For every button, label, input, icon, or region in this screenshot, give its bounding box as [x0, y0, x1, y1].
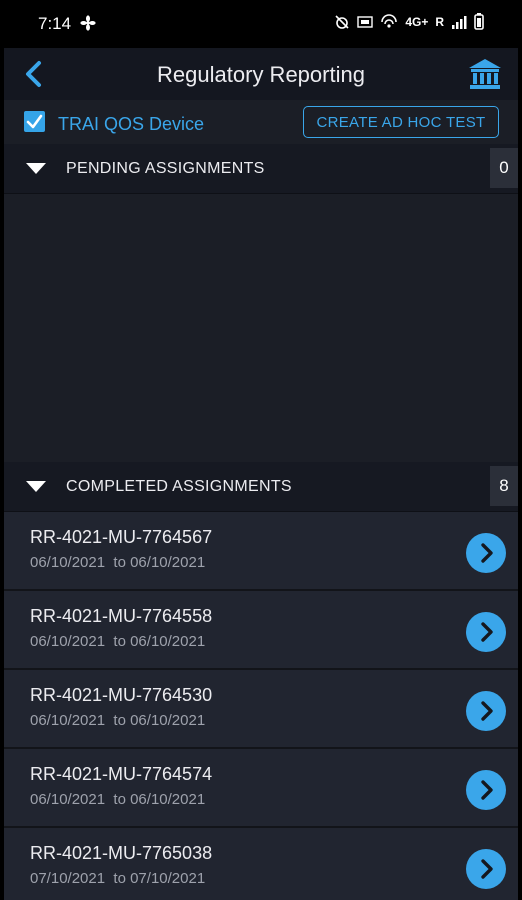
assignment-item[interactable]: RR-4021-MU-7764574 06/10/2021 to 06/10/2…	[4, 749, 518, 828]
chevron-right-circle-icon[interactable]	[466, 533, 506, 573]
pending-assignments-title: PENDING ASSIGNMENTS	[66, 160, 265, 177]
signal-icon	[451, 15, 467, 29]
create-ad-hoc-test-button[interactable]: CREATE AD HOC TEST	[303, 106, 499, 138]
assignment-date-to: 06/10/2021	[130, 791, 206, 808]
device-checkbox[interactable]	[24, 111, 45, 132]
roaming-indicator: R	[435, 14, 444, 29]
completed-assignments-header[interactable]: COMPLETED ASSIGNMENTS 8	[4, 462, 518, 512]
battery-icon	[474, 13, 484, 30]
assignment-id: RR-4021-MU-7764530	[30, 685, 213, 705]
chevron-right-circle-icon[interactable]	[466, 612, 506, 652]
status-bar: 7:14 4G+ R	[0, 0, 522, 48]
app-screen: Regulatory Reporting TRAI QOS Device CRE…	[4, 48, 518, 900]
assignment-date-from: 06/10/2021	[30, 554, 106, 571]
status-icons: 4G+ R	[334, 13, 484, 30]
assignment-date-from: 06/10/2021	[30, 633, 106, 650]
checkmark-icon	[24, 114, 45, 136]
chevron-right-circle-icon[interactable]	[466, 691, 506, 731]
bank-button[interactable]	[468, 57, 502, 91]
assignment-dates: 07/10/2021 to 07/10/2021	[30, 870, 206, 887]
pending-assignments-list	[4, 196, 518, 462]
assignment-date-to: 06/10/2021	[130, 633, 206, 650]
bank-icon	[468, 59, 502, 95]
assignment-item[interactable]: RR-4021-MU-7764567 06/10/2021 to 06/10/2…	[4, 512, 518, 591]
assignment-date-to: 06/10/2021	[130, 554, 206, 571]
hotspot-icon	[380, 13, 398, 30]
assignment-id: RR-4021-MU-7764567	[30, 527, 213, 547]
assignment-item[interactable]: RR-4021-MU-7765038 07/10/2021 to 07/10/2…	[4, 828, 518, 900]
device-row: TRAI QOS Device CREATE AD HOC TEST	[4, 100, 518, 144]
assignment-id: RR-4021-MU-7765038	[30, 843, 213, 863]
assignment-dates: 06/10/2021 to 06/10/2021	[30, 791, 206, 808]
assignment-dates: 06/10/2021 to 06/10/2021	[30, 633, 206, 650]
assignment-id: RR-4021-MU-7764574	[30, 764, 213, 784]
device-label: TRAI QOS Device	[58, 114, 205, 134]
alarm-off-icon	[334, 14, 350, 30]
volte-icon	[357, 14, 374, 30]
chevron-right-circle-icon[interactable]	[466, 770, 506, 810]
assignment-date-from: 07/10/2021	[30, 870, 106, 887]
triangle-down-icon	[26, 163, 46, 174]
assignment-item[interactable]: RR-4021-MU-7764558 06/10/2021 to 06/10/2…	[4, 591, 518, 670]
assignment-item[interactable]: RR-4021-MU-7764530 06/10/2021 to 06/10/2…	[4, 670, 518, 749]
assignment-id: RR-4021-MU-7764558	[30, 606, 213, 626]
completed-count-badge: 8	[490, 466, 518, 506]
assignment-date-from: 06/10/2021	[30, 712, 106, 729]
assignment-date-from: 06/10/2021	[30, 791, 106, 808]
triangle-down-icon	[26, 481, 46, 492]
header-bar: Regulatory Reporting	[4, 48, 518, 100]
assignment-dates: 06/10/2021 to 06/10/2021	[30, 554, 206, 571]
assignment-date-to: 06/10/2021	[130, 712, 206, 729]
assignment-dates: 06/10/2021 to 06/10/2021	[30, 712, 206, 729]
chevron-right-circle-icon[interactable]	[466, 849, 506, 889]
completed-assignments-title: COMPLETED ASSIGNMENTS	[66, 478, 292, 495]
pending-assignments-header[interactable]: PENDING ASSIGNMENTS 0	[4, 144, 518, 194]
assignment-date-to: 07/10/2021	[130, 870, 206, 887]
completed-assignments-list: RR-4021-MU-7764567 06/10/2021 to 06/10/2…	[4, 512, 518, 900]
pending-count-badge: 0	[490, 148, 518, 188]
network-type: 4G+	[405, 14, 429, 29]
page-title: Regulatory Reporting	[157, 62, 365, 87]
status-time: 7:14	[38, 14, 72, 33]
fan-icon	[80, 15, 96, 31]
